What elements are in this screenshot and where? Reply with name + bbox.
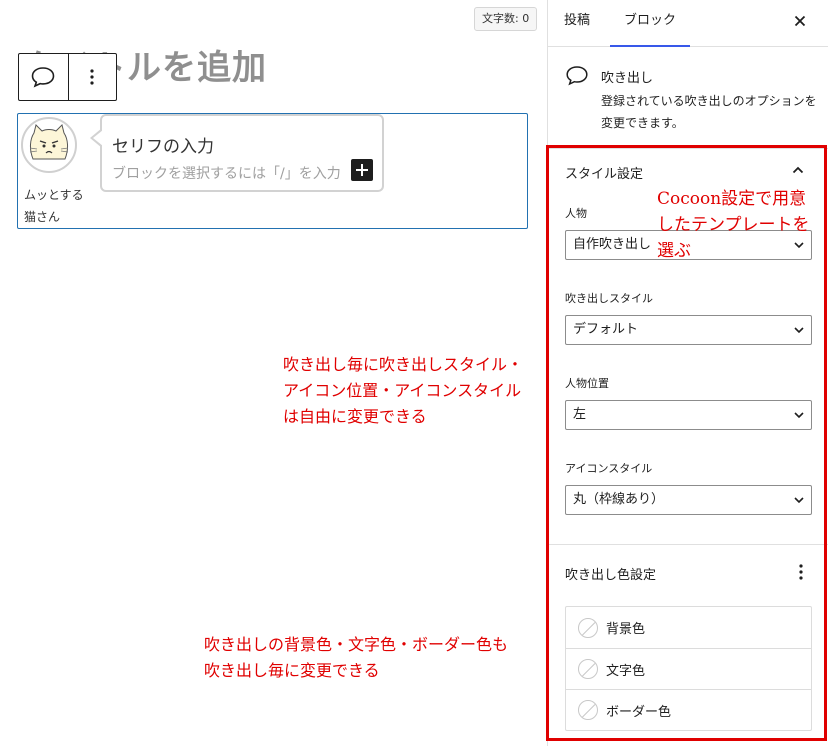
word-count-badge[interactable]: 文字数: 0 [474,7,538,31]
annotation-color-per-balloon: 吹き出しの背景色・文字色・ボーダー色も 吹き出し毎に変更できる [204,632,508,684]
close-icon [794,15,806,27]
block-toolbar [18,53,117,101]
annotation-line: 吹き出しの背景色・文字色・ボーダー色も [204,635,509,654]
annotation-line: 吹き出し毎に吹き出しスタイル・ [283,355,524,374]
editor-canvas: 文字数: 0 タイトルを追加 ムッとする猫さん セリフの入力 ブロックを選択する… [0,0,547,746]
speech-bubble[interactable]: セリフの入力 ブロックを選択するには「/」を入力 [90,114,384,192]
speech-tail-fill [93,130,103,146]
block-options-button[interactable] [67,54,117,100]
tab-block[interactable]: ブロック [610,0,690,47]
speech-text[interactable]: セリフの入力 [112,132,214,157]
block-type-button[interactable] [19,54,68,100]
block-card-title: 吹き出し [601,71,654,86]
kebab-vertical-icon [90,69,94,85]
speech-placeholder[interactable]: ブロックを選択するには「/」を入力 [112,163,350,183]
angry-cat-avatar-icon [29,124,69,160]
annotation-line: 選ぶ [657,241,691,261]
sidebar-tabs: 投稿 ブロック [548,0,828,47]
speech-bubble-icon [566,66,588,86]
tab-posts[interactable]: 投稿 [564,0,590,47]
speech-balloon-block[interactable]: ムッとする猫さん セリフの入力 ブロックを選択するには「/」を入力 [17,113,528,229]
block-inserter-button[interactable] [351,159,373,181]
annotation-style-per-balloon: 吹き出し毎に吹き出しスタイル・ アイコン位置・アイコンスタイル は自由に変更でき… [283,352,523,430]
close-sidebar-button[interactable] [788,9,812,33]
annotation-line: 吹き出し毎に変更できる [204,661,380,680]
annotation-cocoon-template: Cocoon設定で用意 したテンプレートを 選ぶ [657,186,810,264]
speech-bubble-icon [31,67,55,88]
avatar [21,117,77,173]
plus-icon [356,164,368,176]
avatar-name: ムッとする猫さん [24,188,84,224]
annotation-line: したテンプレートを [657,215,810,235]
annotation-line: Cocoon設定で用意 [657,189,807,209]
block-card-description: 登録されている吹き出しのオプションを変更できます。 [601,94,817,130]
annotation-line: アイコン位置・アイコンスタイル [283,381,522,400]
block-card: 吹き出し 登録されている吹き出しのオプションを変更できます。 [548,48,828,138]
annotation-line: は自由に変更できる [283,407,427,426]
